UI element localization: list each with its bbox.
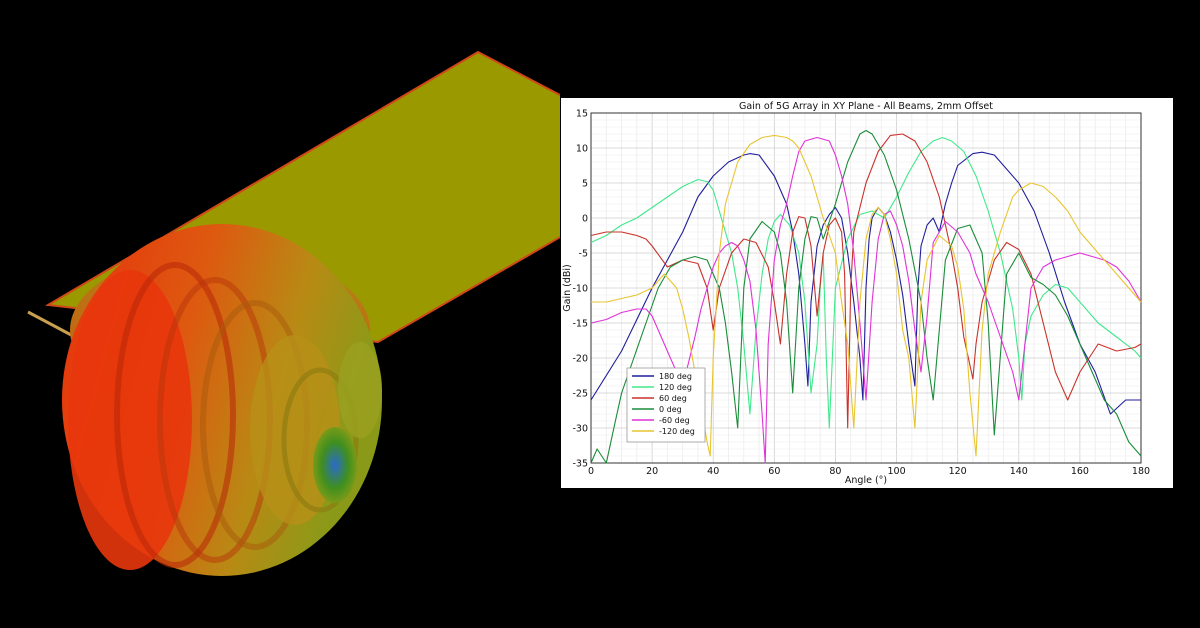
y-tick-label: 0	[582, 214, 588, 225]
y-tick-label: -35	[572, 459, 588, 470]
chart-legend: 180 deg 120 deg 60 deg 0 deg -60 deg -120 deg	[626, 367, 706, 443]
x-tick-label: 0	[588, 466, 594, 477]
x-tick-label: 80	[829, 466, 841, 477]
y-tick-label: -15	[572, 319, 588, 330]
chart-title: Gain of 5G Array in XY Plane - All Beams…	[739, 101, 993, 112]
gain-chart: Gain of 5G Array in XY Plane - All Beams…	[562, 101, 1150, 486]
legend-label: 60 deg	[659, 394, 687, 403]
x-tick-label: 60	[768, 466, 780, 477]
legend-label: 0 deg	[659, 405, 682, 414]
y-tick-label: -5	[579, 249, 588, 260]
x-tick-label: 160	[1071, 466, 1089, 477]
x-tick-label: 120	[949, 466, 967, 477]
x-axis-label: Angle (°)	[845, 475, 887, 486]
chart-panel: Gain of 5G Array in XY Plane - All Beams…	[561, 98, 1173, 488]
y-tick-label: -25	[572, 389, 588, 400]
legend-label: 120 deg	[659, 383, 692, 392]
legend-label: -120 deg	[659, 427, 695, 436]
y-tick-label: -20	[572, 354, 588, 365]
y-tick-label: -30	[572, 424, 588, 435]
radiation-pattern-3d-icon	[62, 224, 382, 576]
antenna-radiation-pattern-render	[27, 50, 560, 576]
x-tick-label: 100	[887, 466, 905, 477]
y-tick-label: 10	[576, 144, 588, 155]
y-axis-label: Gain (dBi)	[562, 264, 573, 311]
x-tick-label: 20	[646, 466, 658, 477]
legend-label: -60 deg	[659, 416, 690, 425]
legend-label: 180 deg	[659, 372, 692, 381]
y-tick-label: 5	[582, 179, 588, 190]
y-tick-label: -10	[572, 284, 588, 295]
x-tick-label: 180	[1132, 466, 1150, 477]
x-tick-label: 40	[707, 466, 719, 477]
x-tick-label: 140	[1010, 466, 1028, 477]
y-tick-label: 15	[576, 109, 588, 120]
